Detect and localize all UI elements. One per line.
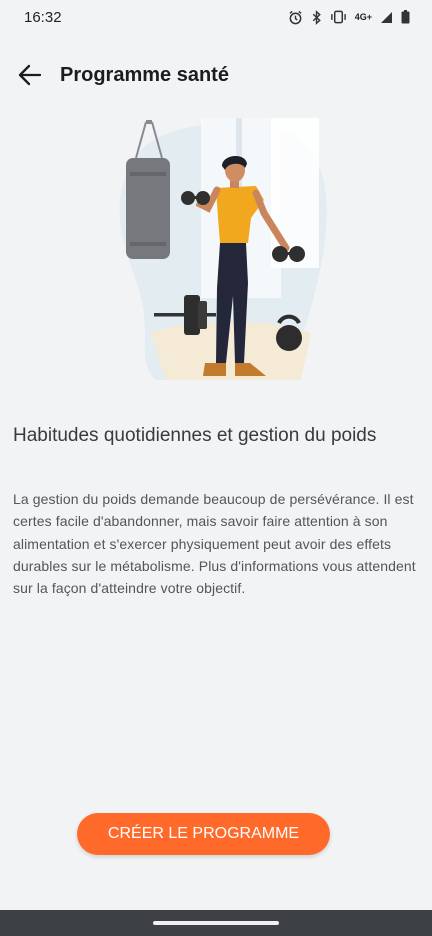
app-bar: Programme santé [0, 50, 432, 100]
status-bar: 16:32 4G+ [0, 0, 432, 34]
headline: Habitudes quotidiennes et gestion du poi… [13, 425, 377, 446]
battery-icon [401, 10, 410, 24]
arrow-left-icon [18, 64, 42, 86]
navigation-bar [0, 910, 432, 936]
alarm-icon [289, 10, 302, 24]
create-program-button[interactable]: CRÉER LE PROGRAMME [77, 813, 330, 855]
description: La gestion du poids demande beaucoup de … [13, 491, 416, 597]
status-time: 16:32 [24, 8, 62, 26]
bluetooth-icon [312, 9, 321, 25]
network-type: 4G+ [354, 12, 372, 22]
vibrate-icon [330, 10, 346, 24]
signal-icon [381, 11, 392, 23]
home-gesture-handle[interactable] [153, 921, 279, 925]
back-button[interactable] [10, 55, 50, 95]
status-icons: 4G+ [288, 9, 410, 25]
man-lifting-dumbbells-illustration [119, 118, 327, 380]
page-title: Programme santé [60, 63, 229, 86]
